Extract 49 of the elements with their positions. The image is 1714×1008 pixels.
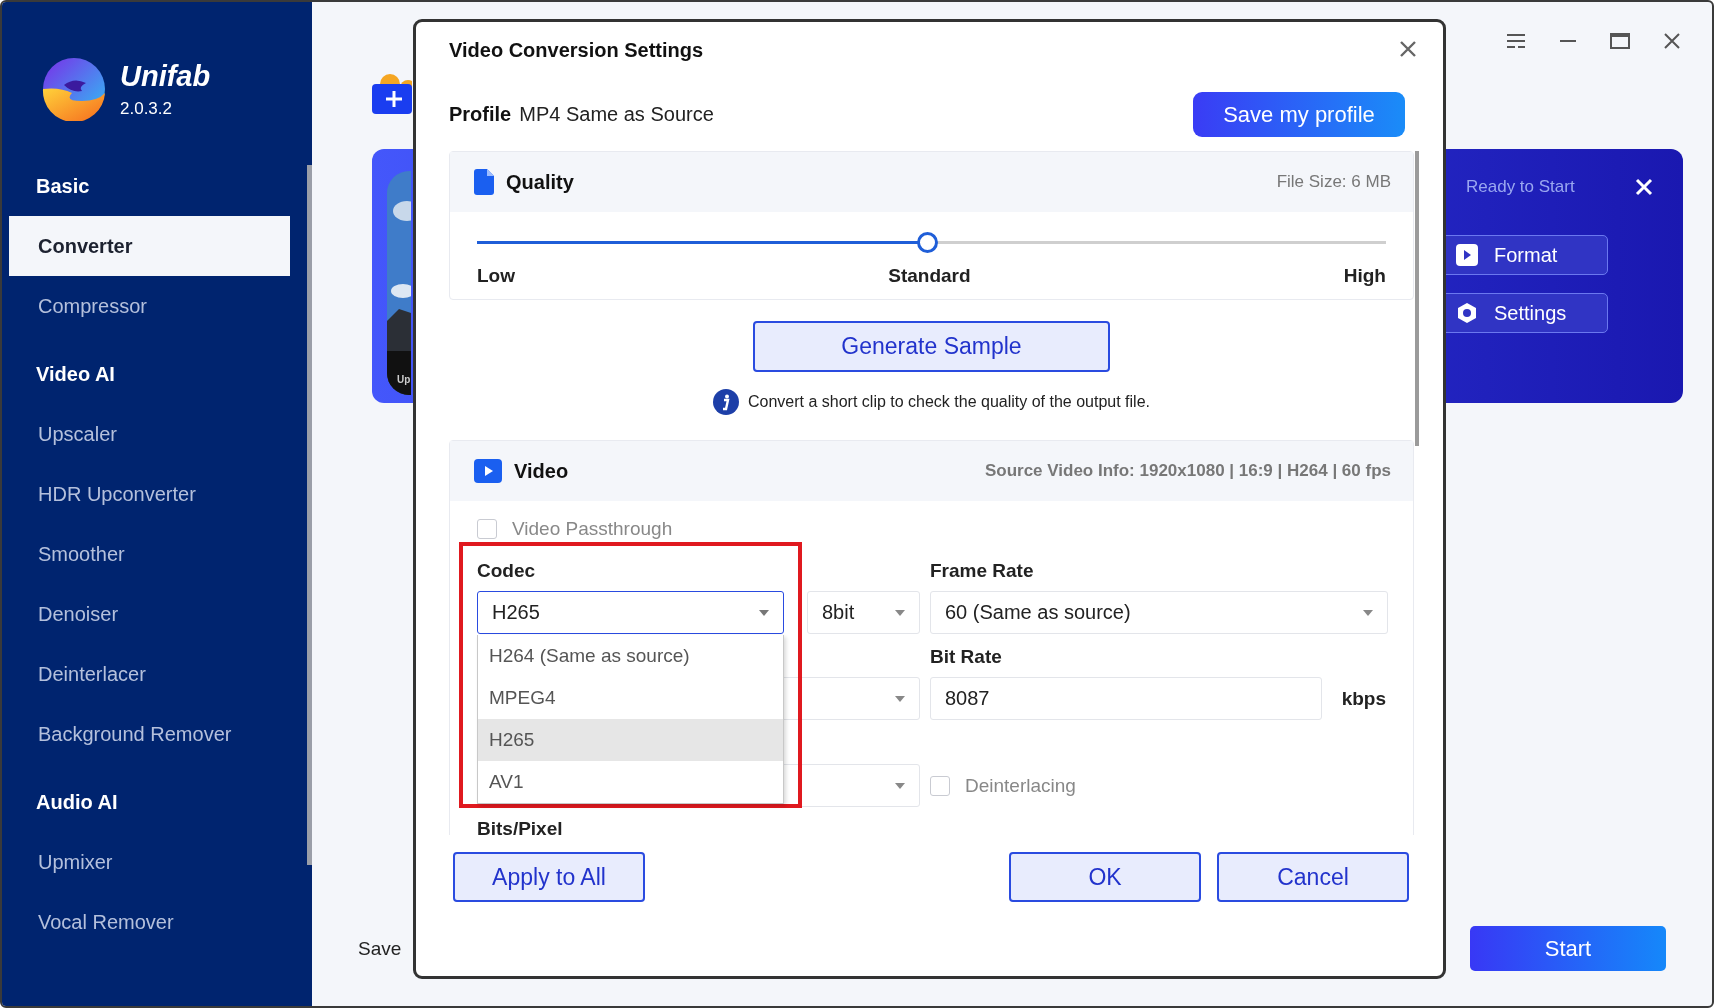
sidebar-item[interactable]: Compressor <box>4 276 290 336</box>
save-profile-button[interactable]: Save my profile <box>1193 92 1405 137</box>
slider-mark: High <box>1343 265 1386 287</box>
task-status: Ready to Start <box>1466 177 1575 197</box>
bit-depth-select[interactable]: 8bit <box>807 591 920 634</box>
video-title: Video <box>514 459 569 483</box>
unit-label: kbps <box>1341 687 1386 710</box>
sidebar-item[interactable]: Vocal Remover <box>4 892 290 952</box>
sidebar-section-title: Basic <box>35 173 91 199</box>
field-label: Frame Rate <box>930 560 1034 581</box>
checkbox-label: Deinterlacing <box>965 774 1076 797</box>
quality-title: Quality <box>506 170 574 194</box>
bit-rate-field[interactable]: 8087 <box>930 677 1322 720</box>
sidebar-item[interactable]: Background Remover <box>4 704 290 764</box>
sidebar-item[interactable]: Denoiser <box>4 584 290 644</box>
dialog-title: Video Conversion Settings <box>449 38 704 62</box>
field-label: Bit Rate <box>930 646 1002 667</box>
slider-mark: Low <box>477 265 515 287</box>
codec-select[interactable]: H265 <box>477 591 784 634</box>
slider-mark: Standard <box>888 265 971 287</box>
thumbnail-label: Up <box>397 374 411 385</box>
sidebar-item[interactable]: Deinterlacer <box>4 644 290 704</box>
field-label: Bits/Pixel <box>477 818 563 835</box>
profile-label: Profile <box>449 103 512 126</box>
field-label: Codec <box>477 560 537 581</box>
sidebar-item[interactable]: Upscaler <box>4 404 290 464</box>
source-info: Source Video Info: 1920x1080 | 16:9 | H264 | 60 fps <box>984 461 1391 481</box>
dropdown-option[interactable]: H265 <box>478 719 783 761</box>
sidebar-item[interactable]: Upmixer <box>4 832 290 892</box>
generate-sample-button[interactable]: Generate Sample <box>753 321 1110 372</box>
app-name: Unifab <box>120 59 211 93</box>
sidebar-item[interactable]: HDR Upconverter <box>4 464 290 524</box>
dialog-button[interactable]: Cancel <box>1217 852 1409 902</box>
sidebar-item[interactable]: Smoother <box>4 524 290 584</box>
frame-rate-select[interactable]: 60 (Same as source) <box>930 591 1388 634</box>
start-button[interactable]: Start <box>1470 926 1666 971</box>
dropdown-option[interactable]: AV1 <box>478 761 783 803</box>
profile-value: MP4 Same as Source <box>519 103 714 126</box>
file-size: File Size: 6 MB <box>1276 172 1391 192</box>
dropdown-option[interactable]: MPEG4 <box>478 677 783 719</box>
dropdown-option[interactable]: H264 (Same as source) <box>478 635 783 677</box>
app-version: 2.0.3.2 <box>120 98 173 119</box>
sidebar-section-title: Video AI <box>35 361 116 387</box>
dialog-button[interactable]: OK <box>1009 852 1201 902</box>
hint-text: Convert a short clip to check the quality of the output file. <box>748 393 1150 411</box>
apply-to-all-button[interactable]: Apply to All <box>453 852 645 902</box>
sidebar-section-title: Audio AI <box>35 789 119 815</box>
checkbox-label: Video Passthrough <box>512 518 673 540</box>
save-label: Save <box>358 938 402 960</box>
